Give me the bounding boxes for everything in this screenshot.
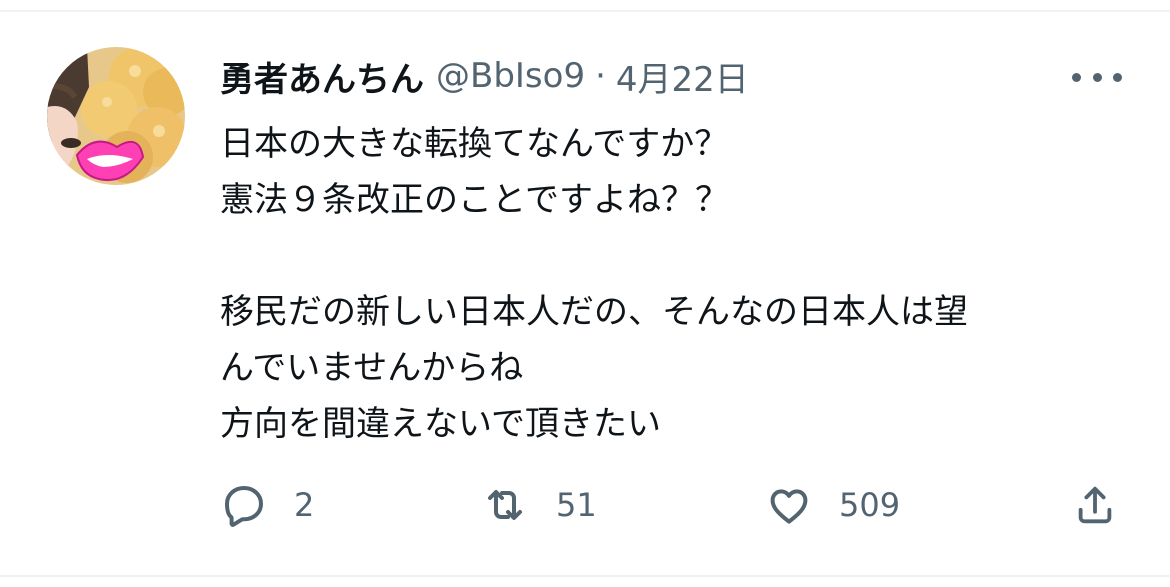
heart-icon	[770, 489, 808, 524]
more-dots-icon	[1072, 72, 1081, 82]
tweet-text-line: 憲法９条改正のことですよね？？	[220, 180, 729, 220]
tweet-text-line: 移民だの新しい日本人だの、そんなの日本人は望	[220, 292, 968, 332]
tweet-text-line: 日本の大きな転換てなんですか？	[220, 124, 729, 164]
display-name[interactable]: 勇者あんちん	[220, 52, 424, 101]
retweet-icon	[488, 490, 522, 520]
avatar-photo	[47, 47, 185, 185]
more-options-button[interactable]	[1072, 60, 1122, 94]
retweet-button[interactable]: 51	[480, 480, 597, 530]
more-dots-icon-dot-2	[1092, 72, 1102, 82]
more-dots-icon-dot-3	[1113, 72, 1122, 82]
like-button[interactable]: 509	[765, 480, 900, 530]
tweet-text-blank-line	[220, 228, 1120, 284]
avatar[interactable]	[47, 47, 185, 185]
bottom-divider	[0, 575, 1170, 577]
tweet-header: 勇者あんちん @BbIso9 · 4月22日	[220, 50, 749, 102]
tweet-text-line: んでいませんからね	[220, 348, 524, 388]
share-icon	[1078, 486, 1112, 524]
reply-count: 2	[294, 486, 315, 524]
reply-button[interactable]: 2	[220, 480, 314, 530]
tweet-date[interactable]: 4月22日	[616, 52, 749, 101]
share-button[interactable]	[1072, 480, 1118, 530]
retweet-count: 51	[556, 486, 597, 524]
tweet-text: 日本の大きな転換てなんですか？ 憲法９条改正のことですよね？？ 移民だの新しい日…	[220, 116, 1120, 452]
user-handle[interactable]: @BbIso9	[436, 56, 585, 96]
reply-icon	[225, 486, 263, 527]
tweet-text-line: 方向を間違えないで頂きたい	[220, 404, 661, 444]
header-separator: ·	[595, 56, 606, 96]
like-count: 509	[839, 486, 901, 524]
tweet-actions: 2 51 509	[0, 480, 1170, 530]
